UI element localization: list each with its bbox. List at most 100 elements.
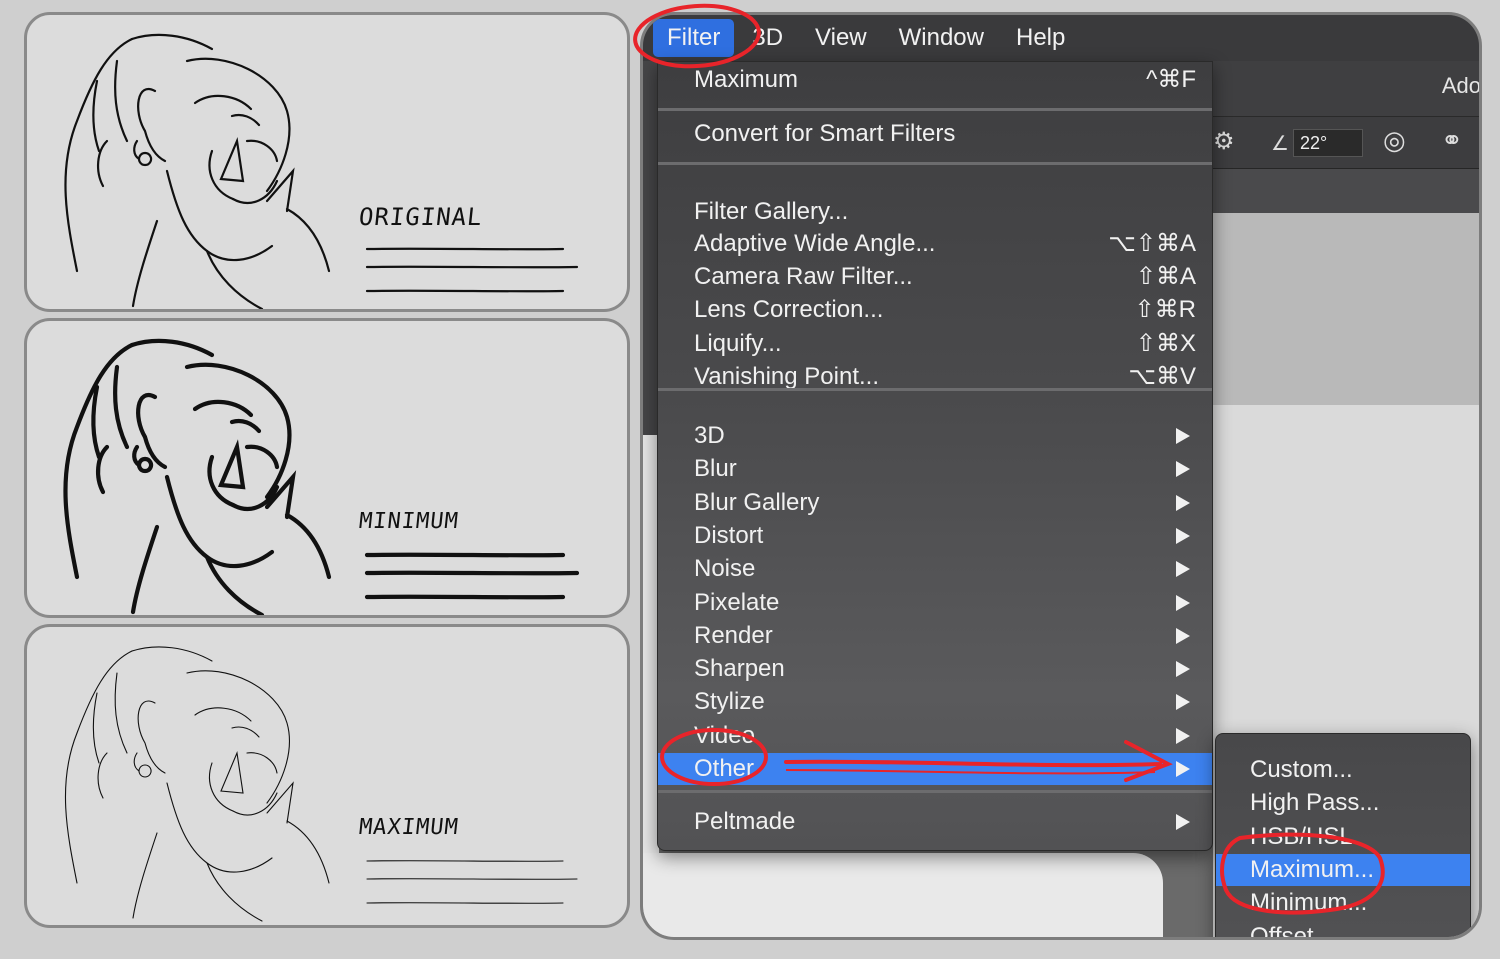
orc-stroke — [220, 750, 244, 794]
orc-stroke — [164, 474, 275, 569]
options-bar: ⚙ ∠ ◎ ⚭ — [1213, 117, 1479, 169]
orc-stroke — [97, 139, 109, 188]
menu-item-convert-smart-filters[interactable]: Convert for Smart Filters — [658, 118, 1212, 150]
shortcut: ⇧⌘A — [1135, 263, 1196, 290]
orc-stroke — [166, 782, 273, 873]
orc-stroke — [137, 700, 166, 774]
filter-dropdown: Maximum ^⌘F Convert for Smart Filters Fi… — [657, 61, 1213, 851]
photoshop-screenshot: Ado ⚙ ∠ ◎ ⚭ Filter 3D View Window Help M… — [640, 12, 1482, 940]
menu-item-label: Vanishing Point... — [694, 363, 880, 390]
menu-separator — [658, 162, 1212, 165]
orc-illustration — [64, 33, 331, 309]
orc-stroke — [245, 139, 279, 163]
submenu-arrow-icon — [1176, 727, 1190, 744]
panel-caption: MAXIMUM — [357, 815, 461, 840]
menu-item-last-filter[interactable]: Maximum ^⌘F — [658, 64, 1212, 96]
menu-separator — [658, 108, 1212, 111]
menu-filter[interactable]: Filter — [653, 19, 735, 57]
menu-item-label: Render — [694, 621, 773, 649]
caption-lines — [364, 552, 580, 600]
submenu-arrow-icon — [1176, 527, 1190, 544]
caption-underline — [364, 594, 566, 600]
orc-stroke — [131, 646, 213, 662]
orc-stroke — [92, 79, 101, 153]
orc-stroke — [130, 524, 160, 615]
submenu-item-custom[interactable]: Custom... — [1216, 754, 1470, 786]
menu-item-3d[interactable]: 3D — [658, 420, 1212, 452]
orc-illustration — [63, 338, 332, 615]
menu-item-label: Pixelate — [694, 588, 780, 616]
menu-item-gallery-2[interactable]: Camera Raw Filter... ⇧⌘A — [658, 261, 1212, 293]
menu-item-label: Maximum — [694, 66, 799, 93]
symmetry-icon[interactable]: ⚭ — [1441, 125, 1463, 156]
shortcut: ⌥⇧⌘A — [1108, 230, 1196, 257]
menu-item-gallery-1[interactable]: Adaptive Wide Angle... ⌥⇧⌘A — [658, 228, 1212, 260]
submenu-item-minimum[interactable]: Minimum... — [1216, 887, 1470, 919]
caption-underline — [365, 289, 565, 293]
submenu-item-hsb-hsl[interactable]: HSB/HSL — [1216, 821, 1470, 853]
menu-item-label: Other — [694, 755, 755, 782]
submenu-item-maximum[interactable]: Maximum... — [1216, 853, 1470, 886]
shortcut: ⇧⌘X — [1135, 330, 1196, 357]
menu-item-stylize[interactable]: Stylize — [658, 686, 1212, 718]
menu-item-label: Blur Gallery — [694, 488, 820, 516]
caption-lines — [365, 247, 579, 293]
menu-item-blur[interactable]: Blur — [658, 453, 1212, 485]
orc-stroke — [131, 219, 159, 308]
document-tabs — [1213, 169, 1479, 213]
menu-item-video[interactable]: Video — [658, 720, 1212, 752]
submenu-arrow-icon — [1176, 761, 1190, 777]
menu-item-other[interactable]: Other — [658, 753, 1212, 785]
menu-item-label: Sharpen — [694, 655, 785, 683]
menu-view[interactable]: View — [801, 19, 881, 57]
menu-item-peltmade[interactable]: Peltmade — [658, 806, 1212, 838]
orc-stroke — [113, 364, 130, 450]
gear-icon[interactable]: ⚙ — [1213, 127, 1235, 156]
angle-icon: ∠ — [1271, 133, 1289, 155]
submenu-arrow-icon — [1176, 627, 1190, 644]
panel-original: ORIGINAL — [24, 12, 630, 312]
menu-item-label: Video — [694, 721, 755, 749]
menu-item-label: Blur — [694, 455, 737, 483]
caption-underline — [366, 878, 578, 880]
orc-stroke — [229, 418, 262, 434]
menu-item-label: Noise — [694, 555, 756, 583]
submenu-arrow-icon — [1176, 814, 1190, 830]
submenu-arrow-icon — [1176, 561, 1190, 578]
orc-stroke — [246, 752, 278, 774]
orc-stroke — [133, 139, 141, 161]
orc-stroke — [219, 136, 245, 183]
menu-item-gallery-0[interactable]: Filter Gallery... — [658, 196, 1212, 228]
submenu-item-high-pass[interactable]: High Pass... — [1216, 787, 1470, 819]
menu-item-distort[interactable]: Distort — [658, 520, 1212, 552]
orc-stroke — [186, 670, 290, 804]
document-canvas — [643, 853, 1163, 937]
menu-item-gallery-3[interactable]: Lens Correction... ⇧⌘R — [658, 294, 1212, 326]
caption-underline — [366, 902, 564, 904]
orc-stroke — [91, 384, 102, 460]
submenu-arrow-icon — [1176, 594, 1190, 611]
menu-item-render[interactable]: Render — [658, 620, 1212, 652]
menu-help[interactable]: Help — [1002, 19, 1079, 57]
menu-item-label: Stylize — [694, 688, 765, 716]
orc-stroke — [92, 692, 100, 764]
caption-underline — [366, 860, 564, 862]
menu-window[interactable]: Window — [885, 19, 998, 57]
menu-3d[interactable]: 3D — [738, 19, 797, 57]
submenu-item-offset[interactable]: Offset... — [1216, 921, 1470, 938]
panel-maximum: MAXIMUM — [24, 624, 630, 928]
airbrush-icon[interactable]: ◎ — [1383, 125, 1406, 156]
angle-input[interactable] — [1293, 129, 1363, 157]
orc-stroke — [232, 792, 278, 816]
menu-item-noise[interactable]: Noise — [658, 553, 1212, 585]
submenu-arrow-icon — [1176, 461, 1190, 478]
menu-item-pixelate[interactable]: Pixelate — [658, 587, 1212, 619]
menu-item-sharpen[interactable]: Sharpen — [658, 653, 1212, 685]
orc-stroke — [193, 94, 253, 111]
menu-item-gallery-4[interactable]: Liquify... ⇧⌘X — [658, 328, 1212, 360]
orc-stroke — [129, 338, 215, 358]
menu-item-blur-gallery[interactable]: Blur Gallery — [658, 487, 1212, 519]
orc-stroke — [114, 672, 128, 754]
menu-separator — [658, 790, 1212, 793]
orc-stroke — [230, 113, 261, 127]
